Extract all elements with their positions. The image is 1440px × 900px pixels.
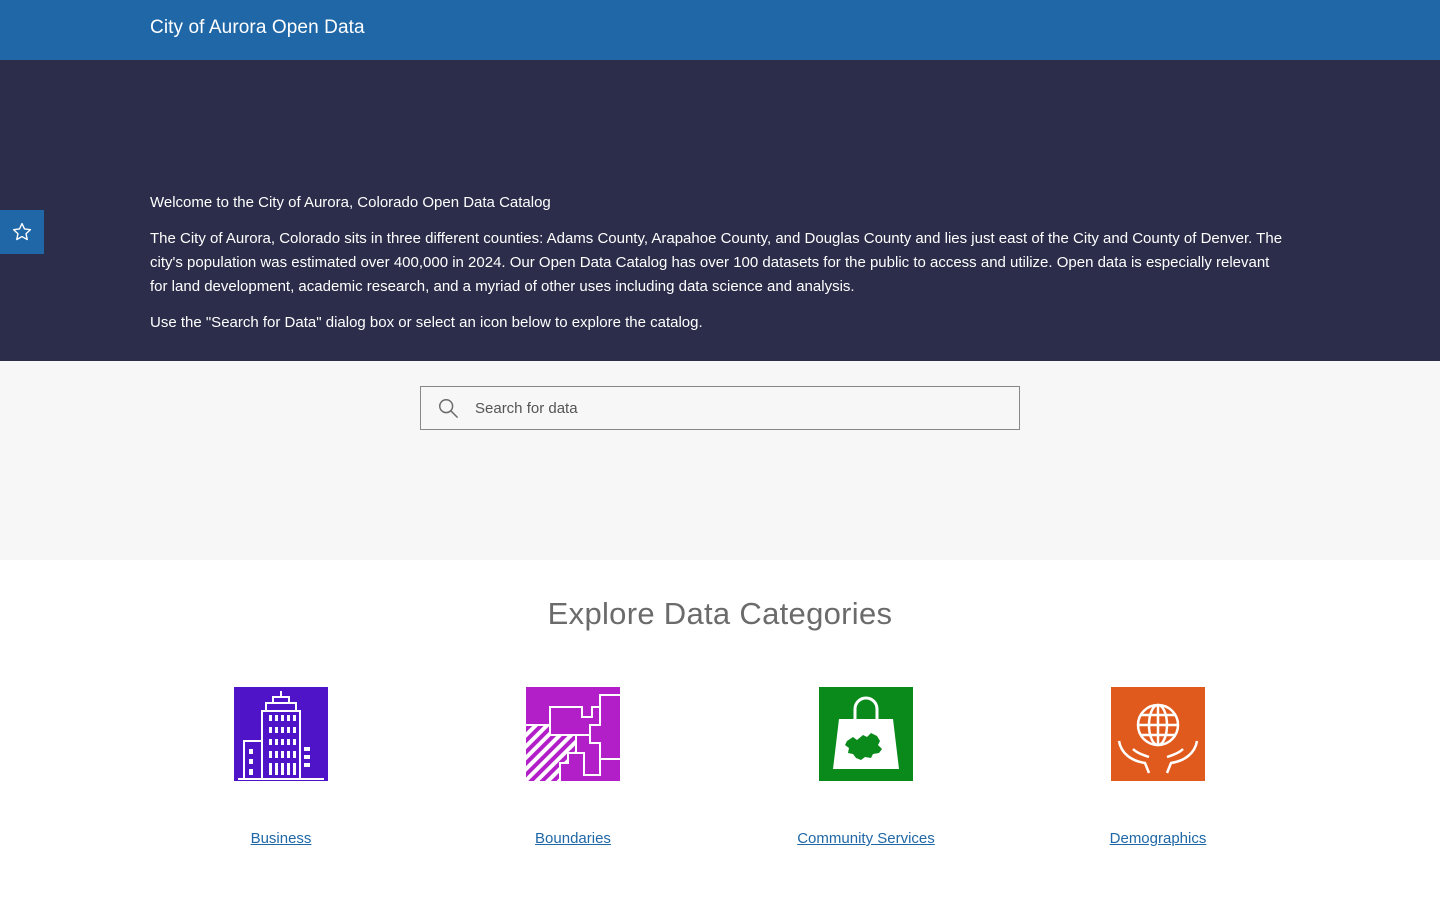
category-link-business[interactable]: Business [251, 830, 312, 847]
welcome-text: Welcome to the City of Aurora, Colorado … [150, 194, 551, 211]
category-community-services: Community Services [766, 687, 966, 847]
favorite-button[interactable] [0, 210, 44, 254]
category-link-boundaries[interactable]: Boundaries [535, 830, 611, 847]
hero-banner: Welcome to the City of Aurora, Colorado … [0, 60, 1440, 361]
search-box[interactable] [420, 386, 1020, 430]
category-boundaries: Boundaries [473, 687, 673, 847]
search-section [0, 361, 1440, 560]
hero-text: Welcome to the City of Aurora, Colorado … [150, 191, 1290, 347]
building-icon[interactable] [234, 687, 328, 781]
explore-title: Explore Data Categories [547, 596, 893, 631]
search-input[interactable] [475, 389, 995, 427]
globe-hands-icon[interactable] [1111, 687, 1205, 781]
explore-section: Explore Data Categories Business Boundar… [0, 560, 1440, 900]
star-icon [11, 221, 33, 243]
shopping-bag-map-icon[interactable] [819, 687, 913, 781]
boundaries-map-icon[interactable] [526, 687, 620, 781]
category-link-demographics[interactable]: Demographics [1110, 830, 1207, 847]
search-icon [437, 397, 459, 419]
instruction-text: Use the "Search for Data" dialog box or … [150, 314, 703, 331]
category-demographics: Demographics [1058, 687, 1258, 847]
description-text: The City of Aurora, Colorado sits in thr… [150, 230, 1283, 295]
category-link-community-services[interactable]: Community Services [797, 830, 935, 847]
site-header: City of Aurora Open Data [0, 0, 1440, 60]
category-business: Business [181, 687, 381, 847]
site-title[interactable]: City of Aurora Open Data [150, 17, 365, 39]
